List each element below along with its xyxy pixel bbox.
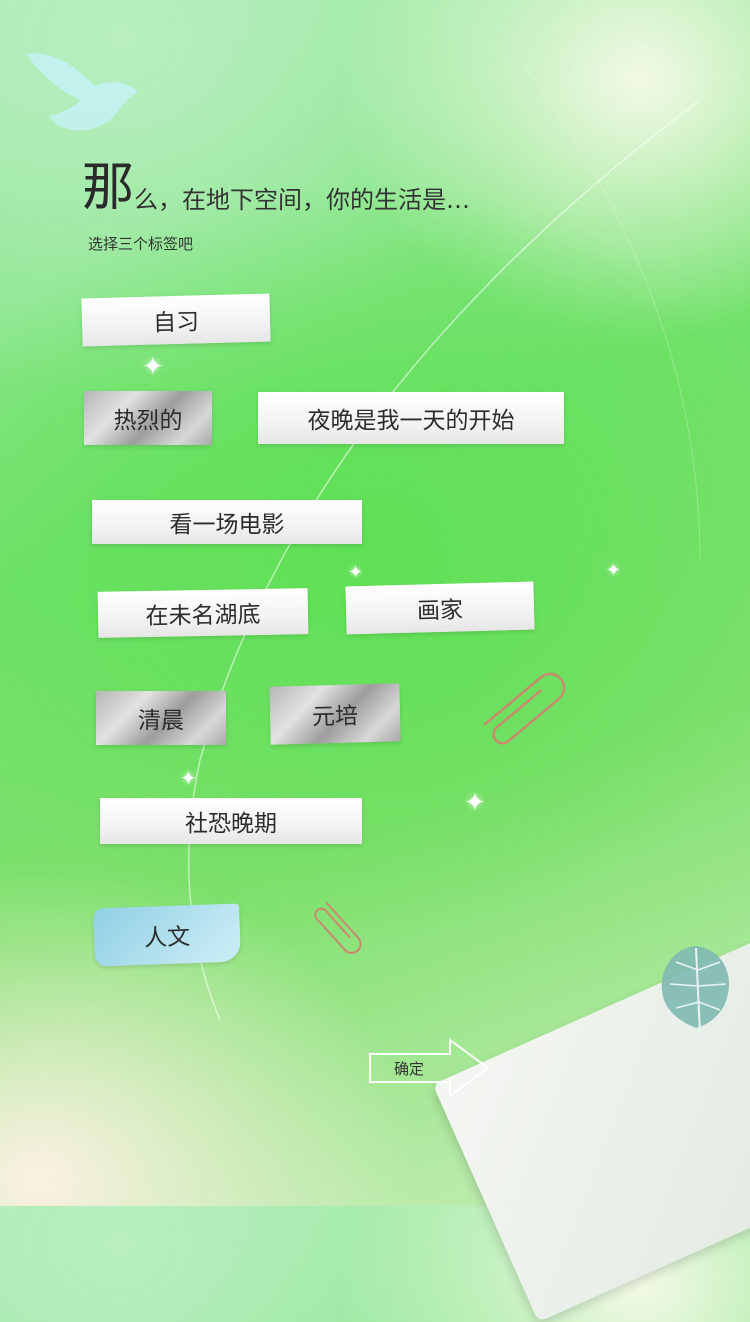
sparkle-icon: ✦ [348, 562, 364, 583]
tag-yewan[interactable]: 夜晚是我一天的开始 [258, 392, 564, 444]
tag-label: 看一场电影 [169, 512, 285, 538]
sparkle-icon: ✦ [464, 788, 486, 818]
tag-label: 元培 [311, 703, 359, 731]
tag-renwen[interactable]: 人文 [93, 903, 241, 967]
sparkle-icon: ✦ [180, 766, 197, 790]
tag-label: 清晨 [138, 708, 184, 734]
leaf-icon [661, 946, 729, 1035]
paperclip-icon [483, 672, 566, 745]
paperclip-icon [314, 901, 362, 954]
tag-zixi[interactable]: 自习 [81, 293, 271, 347]
confirm-button[interactable]: 确定 [368, 1038, 492, 1098]
page-subtitle: 选择三个标签吧 [88, 235, 194, 253]
tag-huajia[interactable]: 画家 [345, 581, 535, 635]
tag-label: 夜晚是我一天的开始 [307, 408, 515, 434]
confirm-label: 确定 [393, 1059, 424, 1078]
tag-label: 画家 [416, 597, 464, 625]
tag-yuanpei[interactable]: 元培 [269, 683, 401, 745]
tag-label: 社恐晚期 [185, 811, 277, 837]
tag-relie[interactable]: 热烈的 [84, 391, 212, 445]
sparkle-icon: ✦ [142, 352, 164, 382]
title-text: 么，在地下空间，你的生活是… [134, 186, 471, 214]
tag-kandianying[interactable]: 看一场电影 [92, 500, 362, 544]
tag-label: 在未名湖底 [145, 601, 261, 631]
tag-label: 人文 [143, 924, 191, 952]
sparkle-icon: ✦ [606, 560, 622, 581]
tag-qingchen[interactable]: 清晨 [96, 691, 226, 745]
tag-shekong[interactable]: 社恐晚期 [100, 798, 362, 844]
title-large-char: 那 [82, 158, 135, 218]
tag-weiminghu[interactable]: 在未名湖底 [97, 588, 309, 638]
tag-label: 自习 [152, 309, 200, 337]
tag-label: 热烈的 [113, 408, 183, 434]
bird-icon [26, 53, 138, 131]
page-title: 那么，在地下空间，你的生活是… [82, 158, 470, 218]
